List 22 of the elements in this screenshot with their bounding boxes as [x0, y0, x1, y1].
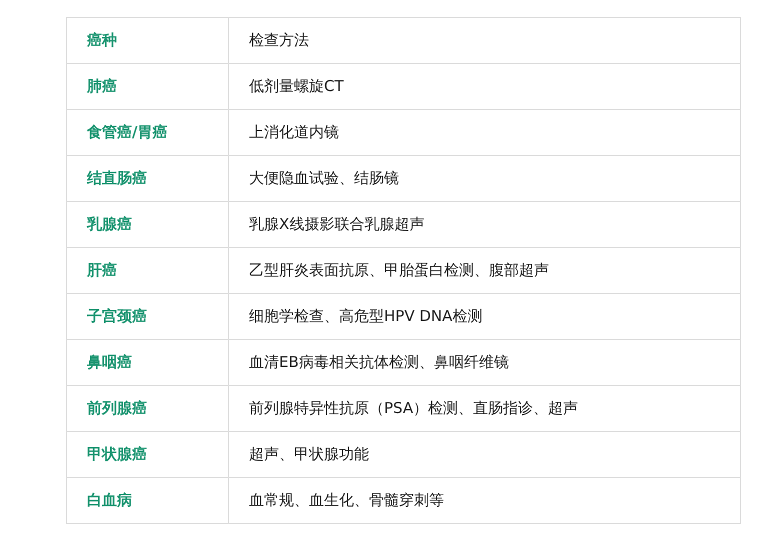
table-cell: 鼻咽癌 [66, 340, 228, 386]
table-cell: 白血病 [66, 478, 228, 524]
table-cell: 血常规、血生化、骨髓穿刺等 [228, 478, 740, 524]
table-cell: 上消化道内镜 [228, 110, 740, 156]
table-cell: 前列腺癌 [66, 386, 228, 432]
table-cell: 乳腺癌 [66, 202, 228, 248]
table-cell: 肝癌 [66, 248, 228, 294]
column-header: 癌种 [66, 18, 228, 64]
table-cell: 前列腺特异性抗原（PSA）检测、直肠指诊、超声 [228, 386, 740, 432]
table-cell: 细胞学检查、高危型HPV DNA检测 [228, 294, 740, 340]
column-header: 检查方法 [228, 18, 740, 64]
table-cell: 超声、甲状腺功能 [228, 432, 740, 478]
table-cell: 结直肠癌 [66, 156, 228, 202]
table-cell: 肺癌 [66, 64, 228, 110]
table-cell: 甲状腺癌 [66, 432, 228, 478]
table-cell: 食管癌/胃癌 [66, 110, 228, 156]
table-cell: 乳腺X线摄影联合乳腺超声 [228, 202, 740, 248]
table-cell: 血清EB病毒相关抗体检测、鼻咽纤维镜 [228, 340, 740, 386]
table-cell: 子宫颈癌 [66, 294, 228, 340]
table-cell: 低剂量螺旋CT [228, 64, 740, 110]
table-cell: 乙型肝炎表面抗原、甲胎蛋白检测、腹部超声 [228, 248, 740, 294]
table-cell: 大便隐血试验、结肠镜 [228, 156, 740, 202]
